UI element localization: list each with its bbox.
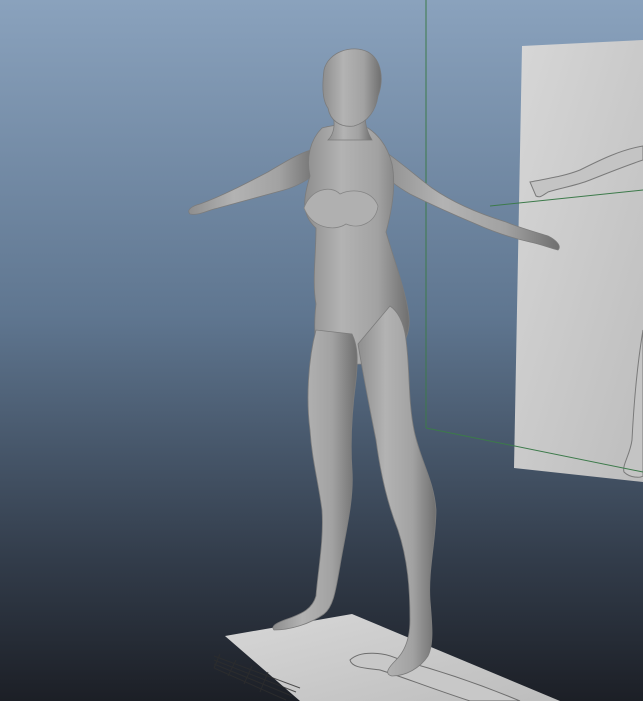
3d-viewport[interactable] <box>0 0 643 701</box>
side-image-plane[interactable] <box>514 40 643 482</box>
chest <box>303 188 379 229</box>
viewport-canvas[interactable] <box>0 0 643 701</box>
